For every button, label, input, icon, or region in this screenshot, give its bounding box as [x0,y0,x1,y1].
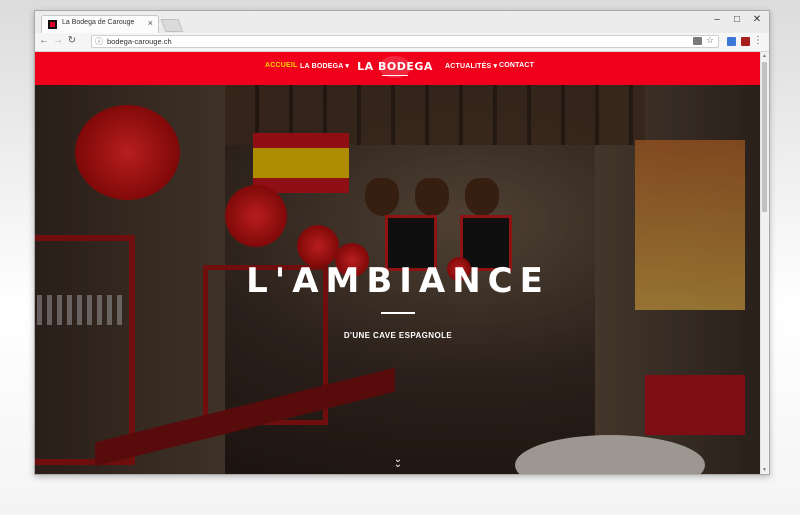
bookmark-star-icon[interactable]: ☆ [706,35,714,46]
forward-button[interactable]: → [51,35,65,46]
browser-menu-icon[interactable]: ⋮ [753,35,763,46]
new-tab-button[interactable] [160,19,184,32]
bull-logo-icon [379,56,411,78]
hero-subtitle: D'UNE CAVE ESPAGNOLE [343,331,453,340]
translate-icon[interactable] [693,37,702,45]
hero-section: L'AMBIANCE D'UNE CAVE ESPAGNOLE ⌄ ⌄ [35,85,761,474]
site-header: ACCUEIL LA BODEGA ▾ LA BODEGA ACTUALITÉS… [35,52,761,85]
page-scrollbar[interactable]: ▲ ▼ [760,52,769,474]
nav-actualites[interactable]: ACTUALITÉS ▾ [445,62,497,70]
chevron-double-down-icon[interactable]: ⌄ ⌄ [388,455,408,470]
extension-translate-icon[interactable] [727,37,736,46]
url-text[interactable]: bodega-carouge.ch [107,37,172,46]
scrollbar-thumb[interactable] [762,62,767,212]
site-info-icon[interactable]: ⓘ [95,36,103,47]
site-favicon [48,20,57,29]
reload-button[interactable]: ↻ [65,35,79,46]
scroll-down-icon[interactable]: ▼ [762,467,767,473]
nav-la-bodega[interactable]: LA BODEGA ▾ [300,62,349,70]
browser-window: La Bodega de Carouge × – □ ✕ ← → ↻ ⓘ bod… [34,10,770,475]
tab-close-icon[interactable]: × [148,18,153,28]
browser-tab[interactable]: La Bodega de Carouge × [41,15,159,33]
scroll-up-icon[interactable]: ▲ [762,53,767,59]
back-button[interactable]: ← [37,35,51,46]
tab-title: La Bodega de Carouge [62,19,135,26]
extension-pdf-icon[interactable] [741,37,750,46]
maximize-button[interactable]: □ [727,14,747,25]
address-bar[interactable]: ⓘ bodega-carouge.ch ☆ [91,35,719,48]
nav-accueil[interactable]: ACCUEIL [265,62,298,69]
tab-strip: La Bodega de Carouge × – □ ✕ [35,11,769,33]
minimize-button[interactable]: – [707,14,727,25]
hero-divider [381,312,415,314]
close-window-button[interactable]: ✕ [747,14,767,25]
hero-title: L'AMBIANCE [246,261,550,301]
site-logo[interactable]: LA BODEGA [355,56,435,78]
browser-toolbar: ← → ↻ ⓘ bodega-carouge.ch ☆ ⋮ [35,33,769,52]
page-viewport: ACCUEIL LA BODEGA ▾ LA BODEGA ACTUALITÉS… [35,52,761,474]
nav-contact[interactable]: CONTACT [499,62,534,69]
